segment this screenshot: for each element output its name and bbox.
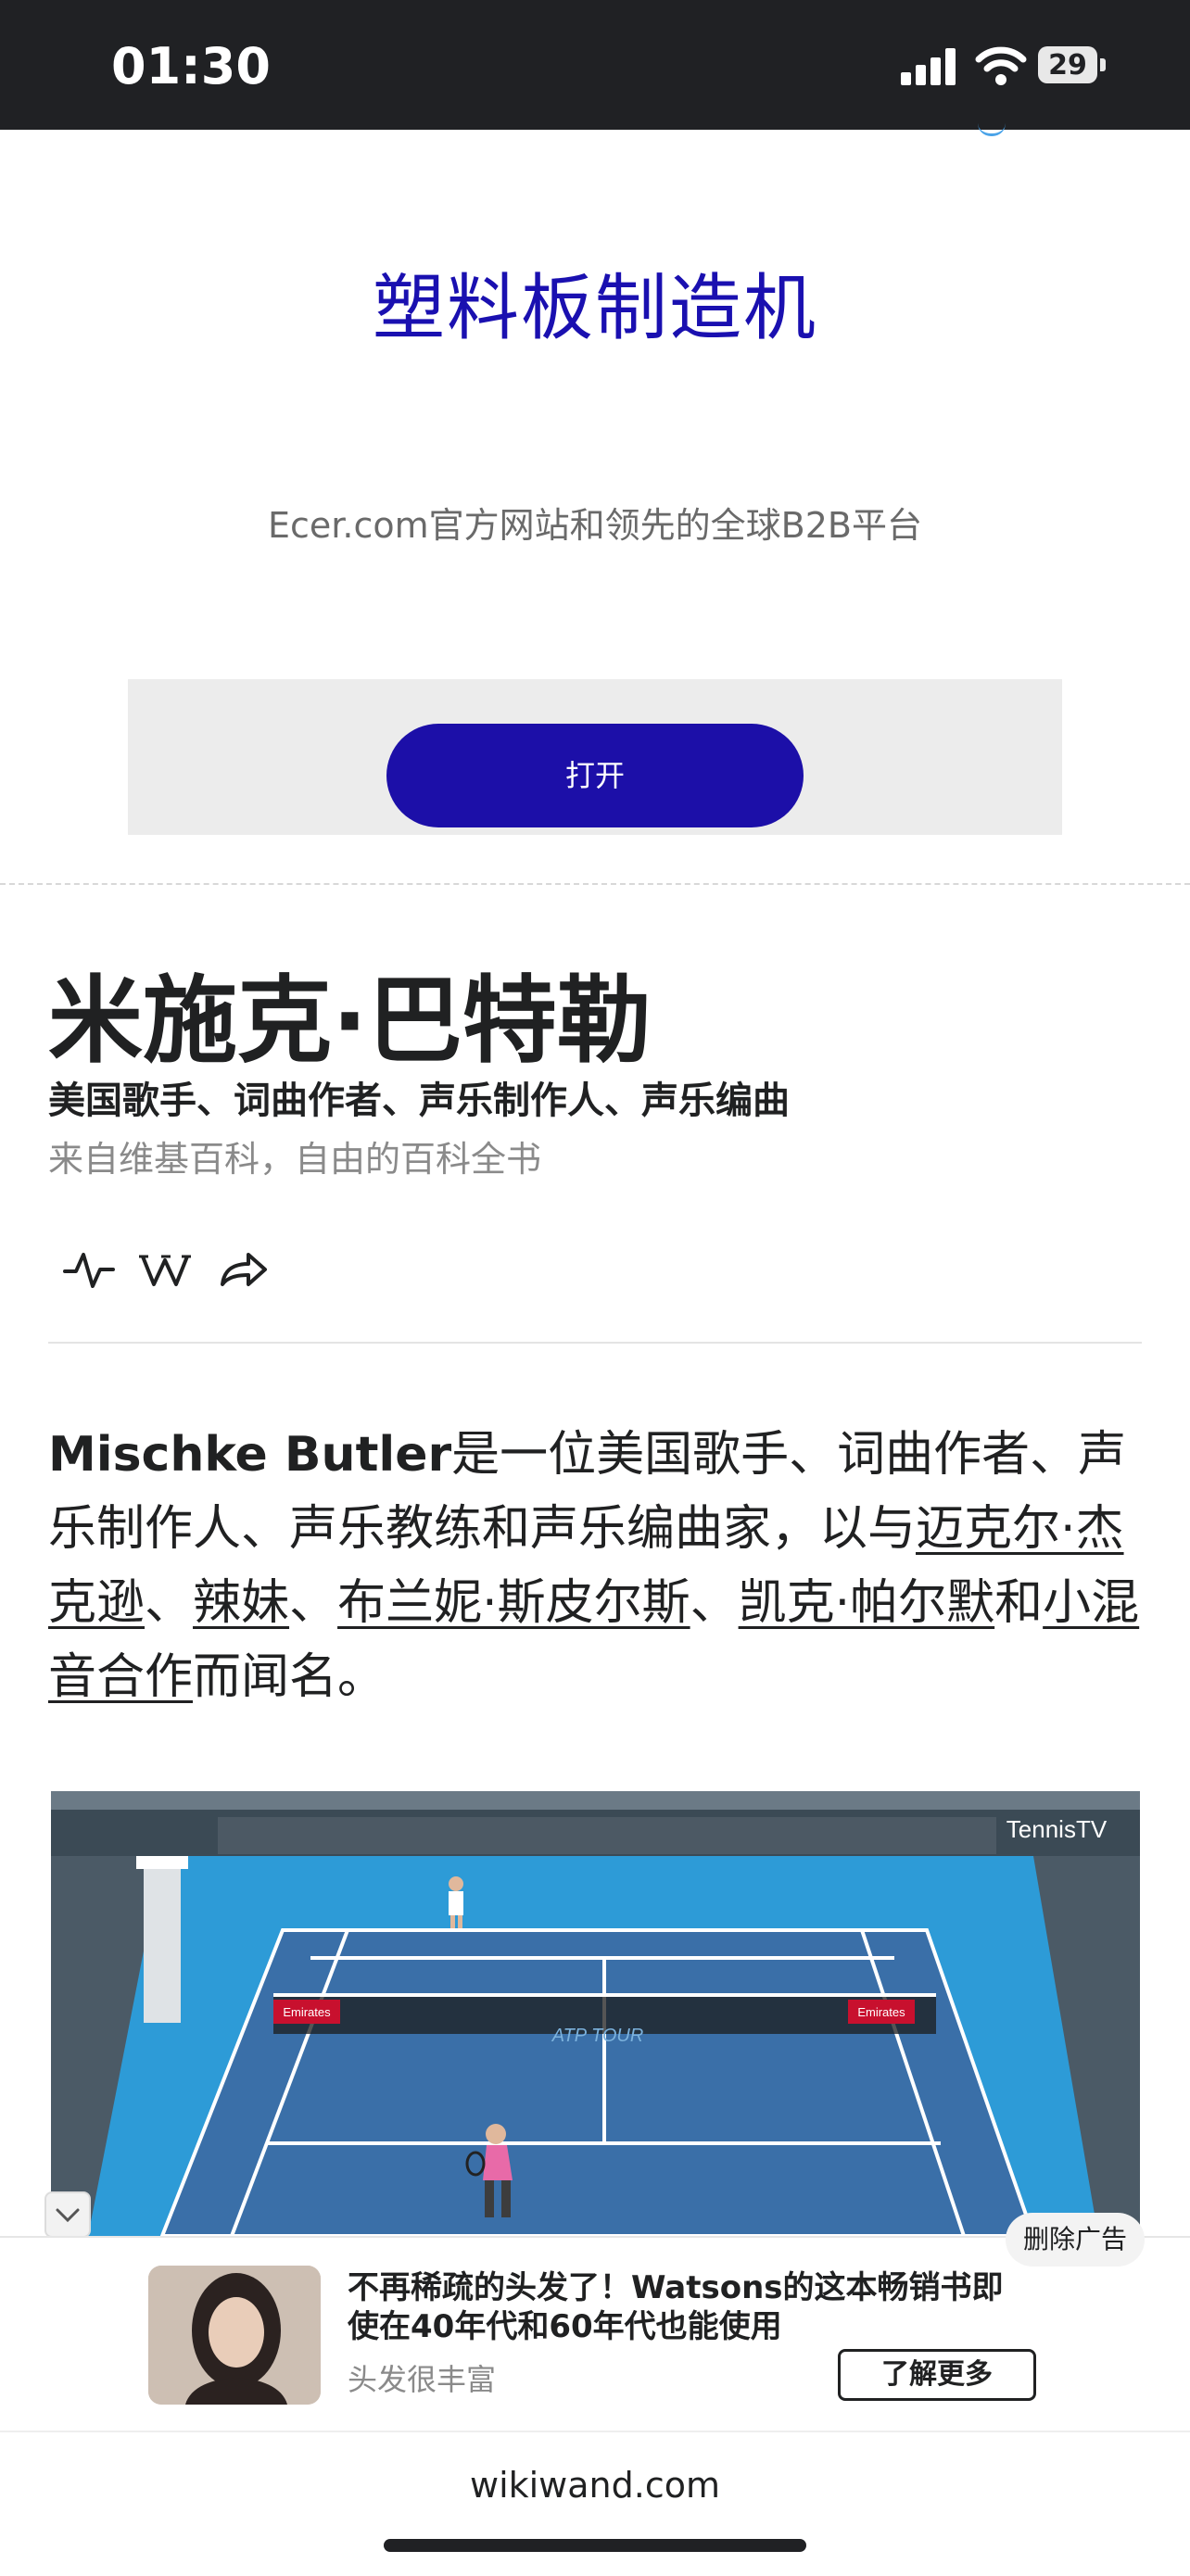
link-keke-palmer[interactable]: 凯克·帕尔默 [739,1575,995,1631]
share-icon[interactable] [215,1242,271,1297]
separator: 、 [690,1575,739,1631]
url-label[interactable]: wikiwand.com [0,2465,1190,2506]
top-ad-open-button[interactable]: 打开 [386,724,804,827]
battery-icon: 29 [1038,46,1107,83]
article-paragraph: Mischke Butler是一位美国歌手、词曲作者、声乐制作人、声乐教练和声乐… [48,1418,1146,1714]
link-spice-girls[interactable]: 辣妹 [193,1575,289,1631]
video-player[interactable]: Emirates Emirates ATP TOUR TennisTV [51,1791,1140,2236]
top-ad-title[interactable]: 塑料板制造机 [0,250,1190,354]
subject-name: Mischke Butler [48,1427,452,1483]
link-britney-spears[interactable]: 布兰妮·斯皮尔斯 [337,1575,690,1631]
chevron-down-icon [56,2208,80,2223]
net-banner-left: Emirates [283,2005,331,2019]
page-source: 来自维基百科，自由的百科全书 [48,1139,542,1180]
battery-level: 29 [1048,49,1087,82]
separator: 、 [145,1575,194,1631]
court-logo: ATP TOUR [551,2026,644,2046]
status-time: 01:30 [111,37,271,95]
page-title: 米施克·巴特勒 [48,966,652,1077]
home-indicator[interactable] [384,2539,806,2552]
divider [48,1342,1142,1344]
paragraph-text-end: 而闻名。 [193,1649,386,1705]
signal-icon [901,48,956,85]
net-banner-right: Emirates [857,2005,905,2019]
wifi-icon [975,46,1027,85]
collapse-video-button[interactable] [44,2191,91,2238]
ad-thumbnail[interactable] [148,2266,321,2405]
separator: 、 [289,1575,338,1631]
learn-more-button[interactable]: 了解更多 [838,2349,1036,2401]
ad-thumbnail-image [148,2266,321,2405]
separator: 和 [994,1575,1044,1631]
corner-logo: TennisTV [1006,1815,1108,1843]
wikipedia-icon[interactable] [137,1242,193,1297]
top-ad-subtitle: Ecer.com官方网站和领先的全球B2B平台 [268,505,922,546]
page-description: 美国歌手、词曲作者、声乐制作人、声乐编曲 [48,1080,790,1122]
activity-icon[interactable] [61,1242,117,1297]
ad-headline[interactable]: 不再稀疏的头发了！Watsons的这本畅销书即使在40年代和60年代也能使用 [348,2268,1033,2346]
tennis-court-frame: Emirates Emirates ATP TOUR TennisTV [51,1791,1140,2236]
remove-ad-button[interactable]: 删除广告 [1006,2213,1145,2267]
ad-brand: 头发很丰富 [348,2362,497,2397]
